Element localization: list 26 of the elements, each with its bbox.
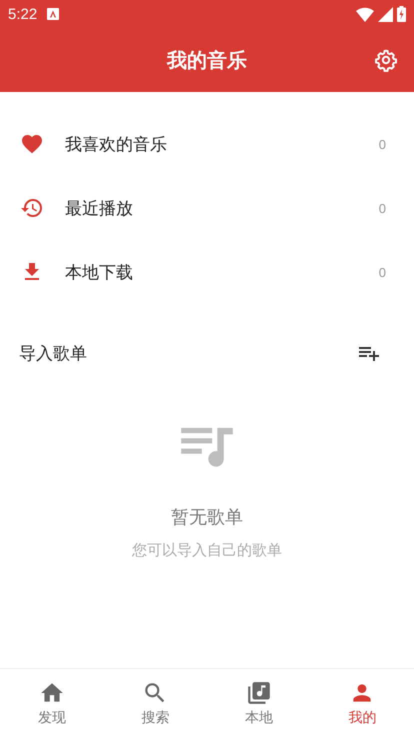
nav-tab[interactable]: 本地 [207, 669, 310, 737]
notification-icon [47, 8, 60, 20]
nav-tab[interactable]: 发现 [0, 669, 104, 737]
signal-icon [378, 6, 393, 22]
empty-hint: 您可以导入自己的歌单 [132, 541, 282, 560]
library-row[interactable]: 我喜欢的音乐 0 [0, 112, 414, 176]
history-icon [20, 196, 44, 220]
library-row[interactable]: 最近播放 0 [0, 176, 414, 240]
song-count: 0 [378, 200, 386, 216]
nav-tab[interactable]: 搜索 [104, 669, 207, 737]
music-library-icon [246, 680, 272, 706]
heart-icon [20, 132, 44, 156]
empty-title: 暂无歌单 [171, 506, 243, 529]
settings-icon[interactable] [374, 48, 398, 72]
wifi-icon [356, 6, 374, 22]
row-label: 我喜欢的音乐 [65, 134, 167, 156]
song-count: 0 [378, 264, 386, 280]
library-row[interactable]: 本地下载 0 [0, 240, 414, 304]
row-label: 最近播放 [65, 198, 133, 220]
song-count: 0 [378, 136, 386, 152]
page-title: 我的音乐 [167, 46, 247, 74]
row-label: 本地下载 [65, 262, 133, 284]
battery-charging-icon [397, 6, 406, 22]
nav-tab[interactable]: 我的 [310, 669, 414, 737]
section-title: 导入歌单 [19, 342, 87, 364]
status-time: 5:22 [8, 6, 38, 22]
